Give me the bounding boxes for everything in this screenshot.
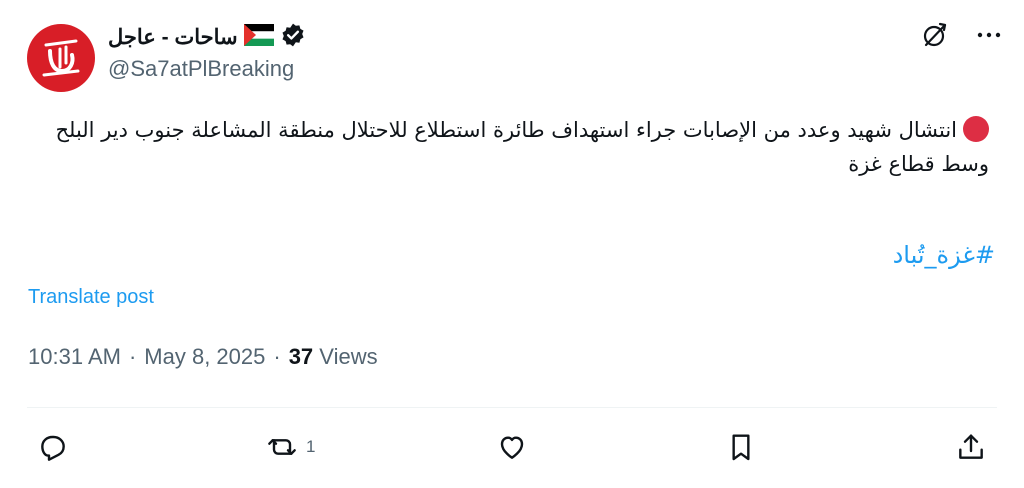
repost-icon	[268, 439, 296, 455]
palestine-flag-icon	[243, 23, 274, 51]
meta-separator: ·	[273, 344, 281, 369]
reply-icon	[41, 435, 65, 461]
share-icon	[959, 434, 983, 459]
repost-button[interactable]: 1	[266, 425, 315, 469]
like-button[interactable]	[496, 425, 528, 469]
post-meta: 10:31 AM · May 8, 2025 · 37 Views	[28, 344, 378, 370]
avatar[interactable]	[27, 24, 95, 92]
post-body: انتشال شهيد وعدد من الإصابات جراء استهدا…	[55, 118, 989, 176]
post-time[interactable]: 10:31 AM	[28, 344, 121, 370]
views[interactable]: 37 Views	[289, 344, 378, 370]
hashtag-link[interactable]: #غزة_تُباد	[893, 241, 995, 269]
post-action-bar: 1	[0, 425, 1024, 469]
post-date[interactable]: May 8, 2025	[144, 344, 265, 370]
bookmark-icon	[732, 434, 750, 461]
repost-count: 1	[306, 437, 316, 456]
author-name-row: ساحات - عاجل	[108, 20, 306, 54]
views-label: Views	[319, 344, 378, 369]
reply-button[interactable]	[37, 425, 69, 469]
author-handle[interactable]: @Sa7atPlBreaking	[108, 56, 294, 82]
grok-icon[interactable]	[920, 20, 950, 55]
author-display-name[interactable]: ساحات - عاجل	[108, 25, 238, 50]
avatar-logo-icon	[42, 39, 80, 77]
post-top-actions	[920, 20, 1002, 55]
verified-badge-icon[interactable]	[280, 22, 306, 53]
bookmark-button[interactable]	[725, 425, 757, 469]
translate-post-link[interactable]: Translate post	[28, 286, 154, 309]
red-circle-icon	[963, 116, 989, 142]
divider	[27, 407, 997, 408]
heart-icon	[500, 436, 524, 459]
views-count: 37	[288, 344, 314, 369]
meta-separator: ·	[128, 344, 137, 369]
share-button[interactable]	[955, 425, 987, 469]
post-text: انتشال شهيد وعدد من الإصابات جراء استهدا…	[39, 113, 989, 181]
more-options-icon[interactable]	[976, 22, 1002, 53]
